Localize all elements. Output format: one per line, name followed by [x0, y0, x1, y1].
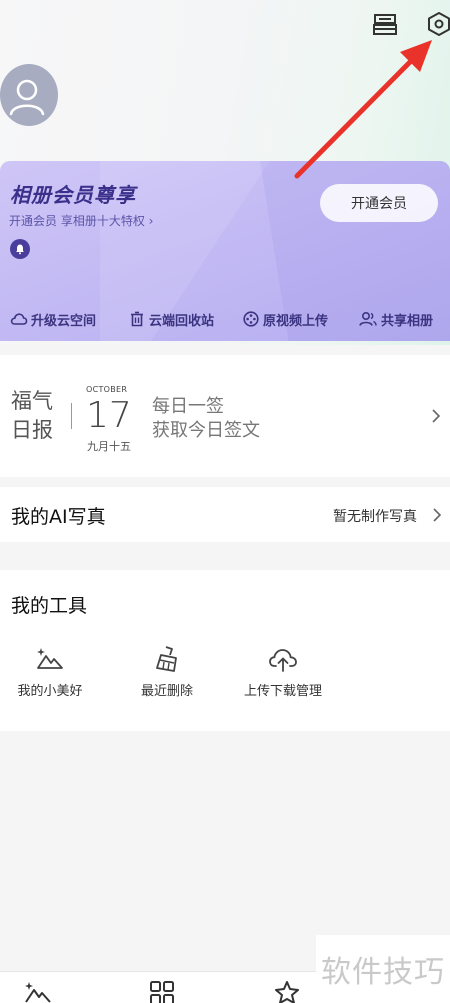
- tools-section: 我的工具 我的小美好 最近删除 上传下载管理: [0, 570, 450, 731]
- fortune-daily-card[interactable]: 福气日报 OCTOBER 17 九月十五 每日一签 获取今日签文: [0, 355, 450, 477]
- photos-tab-icon[interactable]: [24, 981, 52, 1003]
- albums-tab-icon[interactable]: [150, 981, 174, 1003]
- fortune-day: 17: [86, 395, 132, 436]
- cloud-upload-icon: [269, 649, 297, 672]
- discover-tab-icon[interactable]: [274, 981, 300, 1003]
- fortune-title: 福气日报: [11, 389, 53, 442]
- cloud-icon: [10, 313, 28, 325]
- annotation-arrow: [294, 40, 432, 179]
- divider: [71, 403, 72, 429]
- fortune-line-2: 获取今日签文: [152, 420, 260, 441]
- perk-label: 升级云空间: [31, 313, 97, 329]
- ai-photo-title: 我的AI写真: [11, 506, 106, 528]
- chevron-right-icon: [433, 508, 442, 522]
- fortune-line-1: 每日一签: [152, 396, 224, 417]
- mountain-sparkle-icon: [37, 648, 63, 669]
- ai-photo-row[interactable]: 我的AI写真 暂无制作写真: [0, 487, 450, 542]
- perk-label: 原视频上传: [263, 313, 329, 329]
- fortune-lunar-date: 九月十五: [87, 440, 131, 453]
- member-subtitle-link[interactable]: 开通会员 享相册十大特权 ›: [9, 212, 153, 229]
- member-perks: 升级云空间 云端回收站 原视频上传 共享相册: [0, 307, 450, 331]
- perk-cloud-space[interactable]: 升级云空间: [10, 310, 96, 329]
- tool-label: 我的小美好: [17, 684, 83, 699]
- ai-photo-status: 暂无制作写真: [333, 509, 417, 525]
- bell-icon[interactable]: [10, 239, 30, 259]
- perk-original-video[interactable]: 原视频上传: [242, 310, 328, 329]
- shared-users-icon: [359, 311, 377, 326]
- broom-icon: [156, 646, 177, 672]
- film-reel-icon: [243, 311, 259, 327]
- perk-label: 云端回收站: [149, 313, 215, 329]
- perk-label: 共享相册: [381, 313, 434, 329]
- tool-label: 最近删除: [140, 684, 193, 699]
- trash-icon: [131, 311, 143, 327]
- tool-my-moments[interactable]: 我的小美好: [10, 644, 90, 699]
- fortune-month: OCTOBER: [86, 385, 128, 394]
- tools-title: 我的工具: [11, 595, 88, 617]
- tool-label: 上传下载管理: [243, 684, 322, 699]
- tool-recently-deleted[interactable]: 最近删除: [130, 644, 204, 699]
- chevron-right-icon: [432, 409, 441, 423]
- perk-shared-album[interactable]: 共享相册: [358, 310, 433, 329]
- tool-transfer-management[interactable]: 上传下载管理: [237, 644, 329, 699]
- watermark: 软件技巧: [316, 935, 450, 1003]
- perk-recycle-bin[interactable]: 云端回收站: [128, 310, 214, 329]
